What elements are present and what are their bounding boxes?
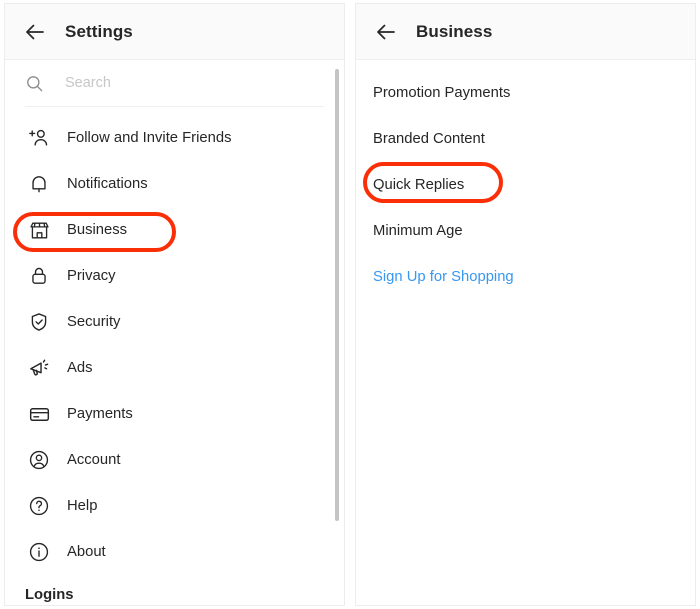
search-input[interactable] (65, 75, 285, 91)
shield-check-icon (25, 311, 53, 333)
back-button[interactable] (364, 10, 408, 54)
scrollbar-thumb[interactable] (335, 69, 339, 521)
page-title: Settings (65, 21, 133, 41)
sidebar-item-ads[interactable]: Ads (5, 345, 344, 391)
sidebar-item-label: Notifications (67, 176, 148, 192)
list-item-label: Branded Content (373, 131, 485, 147)
sidebar-item-label: About (67, 544, 106, 560)
megaphone-icon (25, 357, 53, 380)
list-item-label: Promotion Payments (373, 85, 511, 101)
settings-panel: Settings Search Follow and Invite Friend… (4, 3, 345, 606)
sidebar-item-about[interactable]: About (5, 529, 344, 575)
list-item-label: Minimum Age (373, 223, 463, 239)
sidebar-item-follow-invite-friends[interactable]: Follow and Invite Friends (5, 115, 344, 161)
list-item-quick-replies[interactable]: Quick Replies (356, 162, 695, 208)
person-add-icon (25, 127, 53, 149)
info-circle-icon (25, 541, 53, 563)
section-header-logins: Logins (25, 587, 74, 603)
settings-list: Follow and Invite Friends Notifications (5, 107, 344, 605)
business-list: Promotion Payments Branded Content Quick… (356, 60, 695, 300)
sidebar-item-payments[interactable]: Payments (5, 391, 344, 437)
sidebar-item-security[interactable]: Security (5, 299, 344, 345)
search-bar[interactable] (5, 60, 344, 106)
arrow-left-icon (23, 20, 47, 44)
back-button[interactable] (13, 10, 57, 54)
arrow-left-icon (374, 20, 398, 44)
sidebar-item-business[interactable]: Business (5, 207, 344, 253)
sidebar-item-label: Account (67, 452, 121, 468)
search-icon (25, 74, 51, 93)
sidebar-item-label: Business (67, 222, 128, 238)
sidebar-item-privacy[interactable]: Privacy (5, 253, 344, 299)
settings-header: Settings (5, 4, 344, 60)
sidebar-item-label: Payments (67, 406, 133, 422)
lock-icon (25, 265, 53, 287)
help-circle-icon (25, 495, 53, 517)
account-circle-icon (25, 449, 53, 471)
sidebar-item-help[interactable]: Help (5, 483, 344, 529)
list-item-sign-up-for-shopping[interactable]: Sign Up for Shopping (356, 254, 695, 300)
list-item-minimum-age[interactable]: Minimum Age (356, 208, 695, 254)
list-item-label: Sign Up for Shopping (373, 269, 514, 285)
credit-card-icon (25, 403, 53, 426)
list-item-label: Quick Replies (373, 177, 465, 193)
sidebar-item-notifications[interactable]: Notifications (5, 161, 344, 207)
storefront-icon (25, 219, 53, 242)
sidebar-item-label: Privacy (67, 268, 116, 284)
sidebar-item-label: Security (67, 314, 121, 330)
list-item-branded-content[interactable]: Branded Content (356, 116, 695, 162)
bell-icon (25, 173, 53, 195)
sidebar-item-label: Follow and Invite Friends (67, 130, 232, 146)
list-item-promotion-payments[interactable]: Promotion Payments (356, 70, 695, 116)
business-panel: Business Promotion Payments Branded Cont… (355, 3, 696, 606)
sidebar-item-label: Help (67, 498, 98, 514)
sidebar-item-label: Ads (67, 360, 93, 376)
screenshot-root: Settings Search Follow and Invite Friend… (0, 0, 700, 609)
sidebar-item-account[interactable]: Account (5, 437, 344, 483)
scrollbar[interactable] (333, 61, 341, 605)
page-title: Business (416, 21, 493, 41)
business-header: Business (356, 4, 695, 60)
